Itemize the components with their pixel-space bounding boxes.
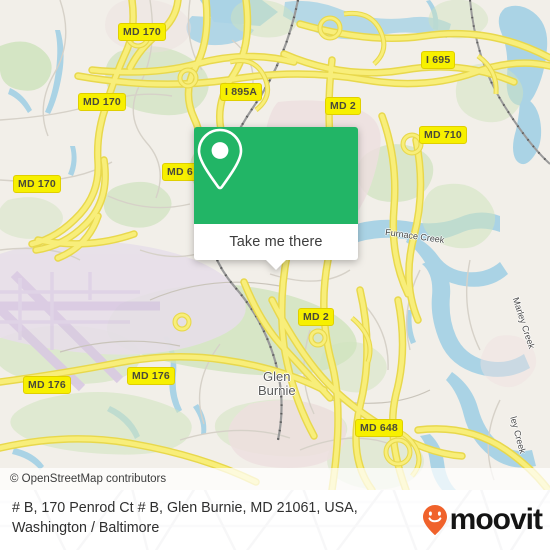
road-shield: I 695 [421,51,456,69]
moovit-wordmark: moovit [449,503,543,536]
map-pin-icon [197,128,243,190]
road-shield: MD 170 [78,93,126,111]
road-shield: MD 6 [162,163,198,181]
map-attribution-bar: © OpenStreetMap contributors [0,468,550,490]
moovit-pin-smiley-icon [422,505,447,535]
footer-bar: # B, 170 Penrod Ct # B, Glen Burnie, MD … [0,490,550,550]
popup-pointer-tail [265,259,287,270]
road-shield: MD 170 [118,23,166,41]
road-shield: MD 2 [298,308,334,326]
map-popup-card[interactable]: Take me there [194,127,358,270]
moovit-map-screenshot: MD 170 MD 170 MD 170 I 895A MD 2 I 695 M… [0,0,550,550]
road-shield: MD 170 [13,175,61,193]
location-address-text: # B, 170 Penrod Ct # B, Glen Burnie, MD … [12,500,358,536]
map-canvas[interactable]: MD 170 MD 170 MD 170 I 895A MD 2 I 695 M… [0,0,550,490]
road-shield: I 895A [220,83,263,101]
road-shield: MD 648 [355,419,403,437]
take-me-there-label: Take me there [229,234,323,250]
place-label-glen-burnie: Glen Burnie [258,369,296,398]
road-shield: MD 2 [325,97,361,115]
popup-action-panel[interactable]: Take me there [194,224,358,270]
attribution-text[interactable]: © OpenStreetMap contributors [0,473,166,485]
road-shield: MD 176 [127,367,175,385]
moovit-brand: moovit [422,503,543,536]
popup-image-panel [194,127,358,224]
road-shield: MD 710 [419,126,467,144]
road-shield: MD 176 [23,376,71,394]
